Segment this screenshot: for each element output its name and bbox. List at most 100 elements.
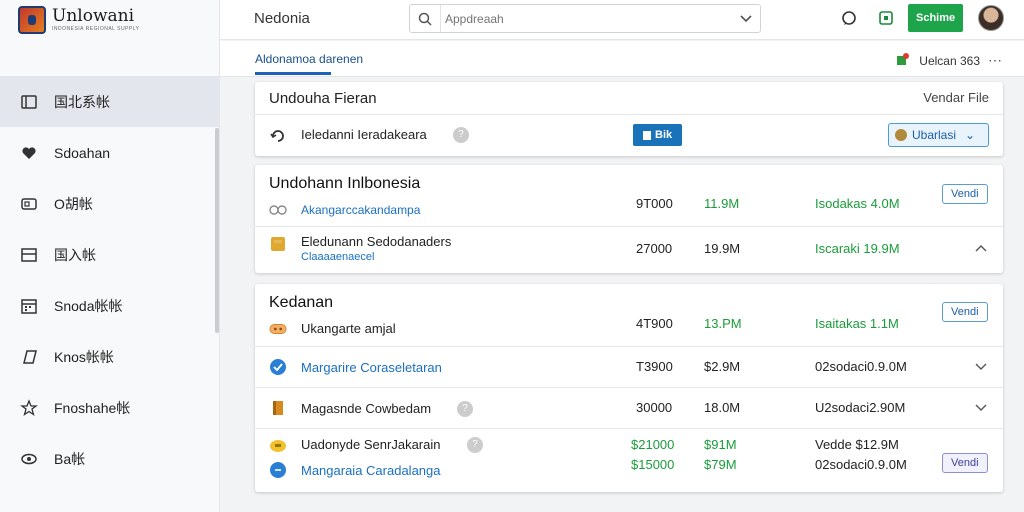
group-subtitle[interactable]: Akangarccakandampa: [301, 203, 420, 217]
coin-icon: [269, 437, 287, 455]
vendor-pill[interactable]: Vendi: [942, 302, 988, 322]
row-sublabel[interactable]: Mangaraia Caradalanga: [301, 463, 440, 478]
value-cell: 19.9M: [704, 241, 741, 256]
row-label: Uadonyde SenrJakarain: [301, 437, 441, 452]
help-icon[interactable]: ?: [461, 436, 483, 454]
row-sublabel[interactable]: Claaaaenaecel: [301, 251, 374, 263]
help-icon[interactable]: ?: [451, 400, 473, 418]
search-input[interactable]: [440, 5, 732, 32]
help-icon[interactable]: ?: [447, 126, 469, 144]
sidebar-item-2[interactable]: O胡帐: [0, 178, 220, 229]
sidebar-item-5[interactable]: Knos帐帐: [0, 331, 220, 382]
sidebar-item-3[interactable]: 国入帐: [0, 229, 220, 280]
box-icon: [269, 235, 287, 253]
top-bar: Nedonia Schime: [220, 0, 1024, 40]
info-circle-icon: [269, 461, 287, 479]
user-count-label: Uelcan 363: [919, 53, 980, 68]
qty-cell: T3900: [636, 359, 673, 374]
chevron-down-icon[interactable]: [732, 14, 760, 24]
heart-icon: [20, 144, 38, 162]
link-icon: [269, 201, 287, 219]
sub-bar: Aldonamoa darenen Uelcan 363 ⋯: [220, 41, 1024, 77]
vendor-file-link[interactable]: Vendar File: [923, 90, 989, 105]
sidebar-item-label: Sdoahan: [54, 144, 111, 161]
total-cell: 02sodaci0.9.0M: [815, 359, 907, 374]
table-row[interactable]: Margarire Coraseletaran T3900 $2.9M 02so…: [255, 346, 1003, 387]
value-cell: 18.0M: [704, 400, 741, 415]
table-row[interactable]: Magasnde Cowbedam ? 30000 18.0M U2sodaci…: [255, 387, 1003, 428]
group-card-1: Undohann Inlbonesia Vendi Akangarccakand…: [255, 165, 1003, 273]
sidebar-item-7[interactable]: Ba帐: [0, 433, 220, 484]
folder-icon: [20, 93, 38, 111]
brand-name: Unlowani: [52, 6, 135, 26]
vendor-row-label: Ieledanni Ieradakeara: [301, 127, 427, 142]
more-icon[interactable]: ⋯: [988, 52, 1002, 69]
sidebar-item-1[interactable]: Sdoahan: [0, 127, 220, 178]
bookmark-icon: [269, 399, 287, 417]
search-icon[interactable]: [410, 12, 440, 26]
sidebar-scrollbar[interactable]: [215, 128, 219, 333]
refresh-icon[interactable]: [269, 127, 287, 145]
sidebar-item-6[interactable]: Fnoshahe帐: [0, 382, 220, 433]
total-cell: U2sodaci2.90M: [815, 400, 906, 415]
card-icon: [20, 195, 38, 213]
tab-underline: [255, 72, 331, 75]
eye-icon: [20, 450, 38, 468]
table-row[interactable]: Eledunann Sedodanaders Claaaaenaecel 270…: [255, 226, 1003, 273]
vendor-panel: Undouha Fieran Vendar File Ieledanni Ier…: [255, 82, 1003, 156]
sidebar: Unlowani INDONESIA REGIONAL SUPPLY 国北系帐 …: [0, 0, 220, 512]
tag-icon: [20, 348, 38, 366]
primary-action-button[interactable]: Schime: [908, 4, 964, 32]
value-cell-secondary: $79M: [704, 457, 737, 472]
vendor-pill[interactable]: Vendi: [942, 453, 988, 473]
inbox-icon: [20, 246, 38, 264]
bik-badge[interactable]: Bik: [633, 124, 683, 146]
search-box[interactable]: [409, 4, 761, 33]
chevron-down-icon[interactable]: [975, 401, 987, 415]
chevron-down-icon[interactable]: [975, 360, 987, 374]
notification-icon[interactable]: [878, 10, 894, 26]
brand[interactable]: Unlowani INDONESIA REGIONAL SUPPLY: [0, 0, 219, 40]
sidebar-item-label: Fnoshahe帐: [54, 399, 131, 416]
total-cell: Isodakas 4.0M: [815, 196, 900, 211]
puzzle-icon: [895, 51, 911, 70]
sidebar-item-label: O胡帐: [54, 195, 93, 212]
qty-cell: 27000: [636, 241, 673, 256]
brand-subtitle: INDONESIA REGIONAL SUPPLY: [52, 26, 140, 32]
total-cell: Isaitakas 1.1M: [815, 316, 899, 331]
qty-cell: $21000: [631, 437, 675, 452]
vendor-pill[interactable]: Vendi: [942, 184, 988, 204]
total-cell: Vedde $12.9M: [815, 437, 899, 452]
crest-logo: [18, 6, 46, 34]
value-cell: 11.9M: [704, 196, 740, 211]
total-cell-secondary: 02sodaci0.9.0M: [815, 457, 907, 472]
group-subtitle: Ukangarte amjal: [301, 321, 396, 336]
qty-cell: 30000: [636, 400, 673, 415]
vendor-row: Ieledanni Ieradakeara ? Bik Ubarlasi ⌄: [255, 114, 1003, 156]
chat-icon[interactable]: [841, 10, 857, 26]
qty-cell: 9T000: [636, 196, 673, 211]
qty-cell-secondary: $15000: [631, 457, 675, 472]
sidebar-item-label: 国入帐: [54, 246, 96, 263]
row-label[interactable]: Margarire Coraseletaran: [301, 360, 442, 375]
table-row[interactable]: Uadonyde SenrJakarain ? Mangaraia Carada…: [255, 428, 1003, 492]
value-cell: $91M: [704, 437, 737, 452]
vendor-panel-title: Undouha Fieran: [269, 90, 377, 107]
doc-icon: [643, 130, 651, 140]
tag-icon: [269, 320, 287, 338]
sidebar-nav: 国北系帐 Sdoahan O胡帐 国入帐 Snoda帐帐 Knos帐帐 Fnos…: [0, 76, 220, 484]
sidebar-item-4[interactable]: Snoda帐帐: [0, 280, 220, 331]
group-title: Kedanan: [269, 294, 334, 311]
tab-active[interactable]: Aldonamoa darenen: [255, 52, 363, 66]
chevron-down-icon: ⌄: [965, 128, 976, 142]
qty-cell: 4T900: [636, 316, 673, 331]
sidebar-item-label: Knos帐帐: [54, 348, 114, 365]
sidebar-item-0[interactable]: 国北系帐: [0, 76, 220, 127]
chevron-up-icon[interactable]: [975, 241, 987, 255]
value-cell: 13.PM: [704, 316, 742, 331]
check-circle-icon: [269, 358, 287, 376]
group-card-2: Kedanan Vendi Ukangarte amjal 4T900 13.P…: [255, 284, 1003, 492]
vendor-select[interactable]: Ubarlasi ⌄: [888, 123, 989, 147]
sidebar-item-label: Snoda帐帐: [54, 297, 123, 314]
avatar[interactable]: [978, 5, 1004, 31]
